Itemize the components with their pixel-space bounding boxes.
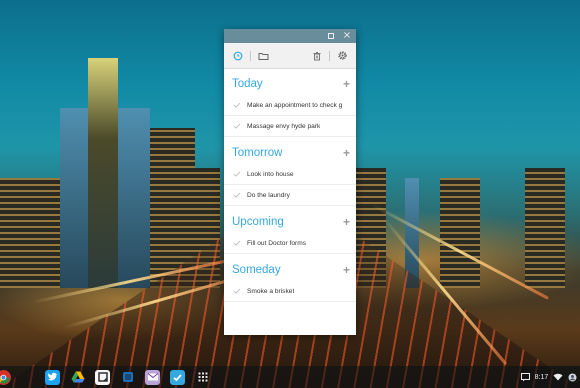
task-item[interactable]: Do the laundry [224, 185, 356, 206]
task-text: Smoke a brisket [247, 287, 295, 295]
app-launcher-button[interactable] [195, 370, 210, 385]
task-text: Make an appointment to check g [247, 101, 343, 109]
toolbar-divider [250, 50, 251, 61]
app-launcher-icon [198, 372, 207, 382]
twitter-app-button[interactable] [45, 369, 60, 385]
section-title: Today [232, 78, 263, 90]
trash-icon [313, 51, 321, 60]
checkmark-icon[interactable] [232, 286, 242, 296]
section-title: Someday [232, 264, 281, 276]
twitter-icon [47, 372, 57, 381]
checkmark-icon[interactable] [232, 190, 242, 200]
settings-button[interactable] [334, 48, 350, 64]
notes-icon [97, 372, 108, 382]
drive-icon [71, 371, 84, 383]
chrome-icon [0, 371, 10, 384]
clock-icon [233, 51, 243, 60]
notes-app-button[interactable] [95, 369, 110, 385]
close-button[interactable]: × [342, 31, 352, 41]
building [0, 178, 60, 288]
clock-text[interactable]: 8:17 [535, 374, 549, 381]
section-upcoming: Upcoming + Fill out Doctor forms [224, 209, 356, 254]
building [440, 178, 480, 288]
section-title: Tomorrow [232, 147, 283, 159]
add-task-button[interactable]: + [343, 216, 350, 228]
section-someday: Someday + Smoke a brisket [224, 257, 356, 302]
yahoo-mail-app-button[interactable] [145, 369, 160, 385]
add-task-button[interactable]: + [343, 78, 350, 90]
folder-icon [258, 52, 268, 60]
delete-button[interactable] [309, 48, 325, 64]
wifi-icon[interactable] [553, 373, 563, 381]
task-item[interactable]: Make an appointment to check g [224, 95, 356, 116]
section-title: Upcoming [232, 216, 284, 228]
app-icon [122, 372, 133, 382]
task-list: Today + Make an appointment to check g M… [224, 69, 356, 335]
gear-icon [337, 51, 347, 60]
task-item[interactable]: Smoke a brisket [224, 281, 356, 302]
task-item[interactable]: Look into house [224, 164, 356, 185]
task-item[interactable]: Fill out Doctor forms [224, 233, 356, 254]
task-text: Massage envy hyde park [247, 122, 321, 130]
task-text: Do the laundry [247, 191, 290, 199]
taskbar-shelf [0, 366, 580, 388]
tasks-app-icon [173, 373, 182, 381]
section-today: Today + Make an appointment to check g M… [224, 71, 356, 137]
checkmark-icon[interactable] [232, 169, 242, 179]
add-task-button[interactable]: + [343, 147, 350, 159]
chrome-app-button[interactable] [0, 369, 11, 385]
app-button[interactable] [120, 370, 135, 385]
checkmark-icon[interactable] [232, 100, 242, 110]
task-item[interactable]: Massage envy hyde park [224, 116, 356, 137]
notification-icon[interactable] [520, 372, 530, 382]
folder-button[interactable] [255, 48, 271, 64]
task-text: Fill out Doctor forms [247, 239, 306, 247]
add-task-button[interactable]: + [343, 264, 350, 276]
close-icon: × [342, 30, 352, 41]
yahoo-mail-icon [147, 373, 158, 381]
system-tray[interactable]: 8:17 [518, 366, 580, 388]
task-text: Look into house [247, 170, 294, 178]
tasks-app-window: × Today + Make an appointment to check g… [224, 29, 356, 335]
maximize-button[interactable] [326, 31, 336, 41]
app-toolbar [224, 43, 356, 69]
checkmark-icon[interactable] [232, 121, 242, 131]
building [88, 58, 118, 288]
toolbar-divider [329, 50, 330, 61]
maximize-icon [328, 33, 334, 39]
clock-button[interactable] [230, 48, 246, 64]
tasks-app-button[interactable] [170, 369, 185, 385]
building [525, 168, 565, 288]
account-icon[interactable] [568, 373, 577, 382]
checkmark-icon[interactable] [232, 238, 242, 248]
window-titlebar[interactable]: × [224, 29, 356, 43]
drive-app-button[interactable] [70, 370, 85, 385]
section-tomorrow: Tomorrow + Look into house Do the laundr… [224, 140, 356, 206]
